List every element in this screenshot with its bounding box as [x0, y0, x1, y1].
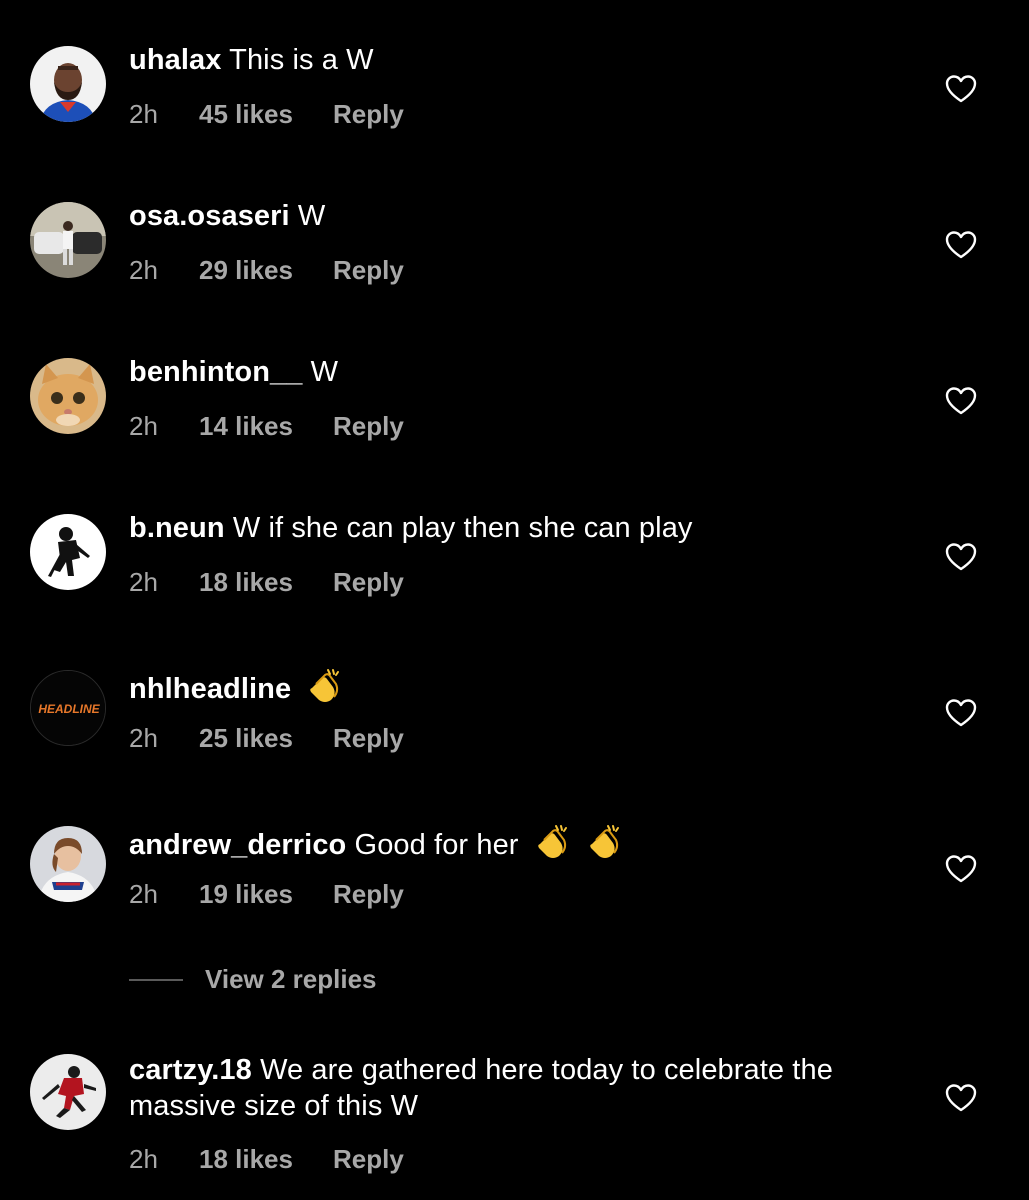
comment-timestamp: 2h: [129, 567, 158, 597]
headline-logo-avatar: HEADLINE: [31, 671, 105, 745]
comment-text: Good for her: [354, 829, 519, 861]
clapping-hands-emoji: [303, 666, 343, 706]
comment-likes[interactable]: 18 likes: [199, 1143, 293, 1175]
heart-outline-icon[interactable]: [945, 74, 977, 104]
comment-username[interactable]: nhlheadline: [129, 673, 291, 705]
comment-likes[interactable]: 19 likes: [199, 878, 293, 910]
comment-timestamp: 2h: [129, 879, 158, 909]
reply-button[interactable]: Reply: [333, 566, 404, 598]
comment-likes[interactable]: 29 likes: [199, 254, 293, 286]
heart-outline-icon[interactable]: [945, 854, 977, 884]
comment-timestamp: 2h: [129, 255, 158, 285]
heart-outline-icon[interactable]: [945, 1083, 977, 1113]
heart-outline-icon[interactable]: [945, 386, 977, 416]
avatar[interactable]: [30, 1054, 106, 1130]
comment-username[interactable]: uhalax: [129, 44, 221, 76]
avatar[interactable]: [30, 202, 106, 278]
comment-likes[interactable]: 18 likes: [199, 566, 293, 598]
avatar[interactable]: [30, 46, 106, 122]
comment-username[interactable]: andrew_derrico: [129, 829, 346, 861]
comment-username[interactable]: b.neun: [129, 512, 225, 544]
replies-divider: [129, 978, 183, 981]
heart-outline-icon[interactable]: [945, 542, 977, 572]
reply-button[interactable]: Reply: [333, 98, 404, 130]
comment-timestamp: 2h: [129, 411, 158, 441]
avatar[interactable]: [30, 514, 106, 590]
skating-player-avatar: [30, 1054, 106, 1130]
reply-button[interactable]: Reply: [333, 1143, 404, 1175]
comment-likes[interactable]: 25 likes: [199, 722, 293, 754]
view-replies-label[interactable]: View 2 replies: [205, 964, 377, 995]
comment-text: W if she can play then she can play: [232, 512, 693, 544]
avatar[interactable]: [30, 826, 106, 902]
comment-likes[interactable]: 14 likes: [199, 410, 293, 442]
comment-text: W: [310, 356, 339, 388]
comment-username[interactable]: osa.osaseri: [129, 200, 290, 232]
reply-button[interactable]: Reply: [333, 722, 404, 754]
comment-username[interactable]: cartzy.18: [129, 1054, 252, 1086]
clapping-hands-emoji: [531, 822, 571, 862]
hockey-player-silhouette-avatar: [30, 514, 106, 590]
person-with-car-avatar: [30, 202, 106, 278]
comment-text: This is a W: [229, 44, 374, 76]
reply-button[interactable]: Reply: [333, 254, 404, 286]
comment-likes[interactable]: 45 likes: [199, 98, 293, 130]
comment-timestamp: 2h: [129, 723, 158, 753]
avatar[interactable]: [30, 358, 106, 434]
svg-text:HEADLINE: HEADLINE: [38, 702, 100, 716]
heart-outline-icon[interactable]: [945, 230, 977, 260]
comment-username[interactable]: benhinton__: [129, 356, 303, 388]
player-portrait-avatar: [30, 46, 106, 122]
reply-button[interactable]: Reply: [333, 410, 404, 442]
comment-timestamp: 2h: [129, 99, 158, 129]
rangers-player-avatar: [30, 826, 106, 902]
view-replies-button[interactable]: View 2 replies: [129, 964, 377, 995]
comment-timestamp: 2h: [129, 1144, 158, 1174]
clapping-hands-emoji: [583, 822, 623, 862]
reply-button[interactable]: Reply: [333, 878, 404, 910]
comment-text: W: [297, 200, 326, 232]
cat-avatar: [30, 358, 106, 434]
heart-outline-icon[interactable]: [945, 698, 977, 728]
avatar[interactable]: HEADLINE: [30, 670, 106, 746]
